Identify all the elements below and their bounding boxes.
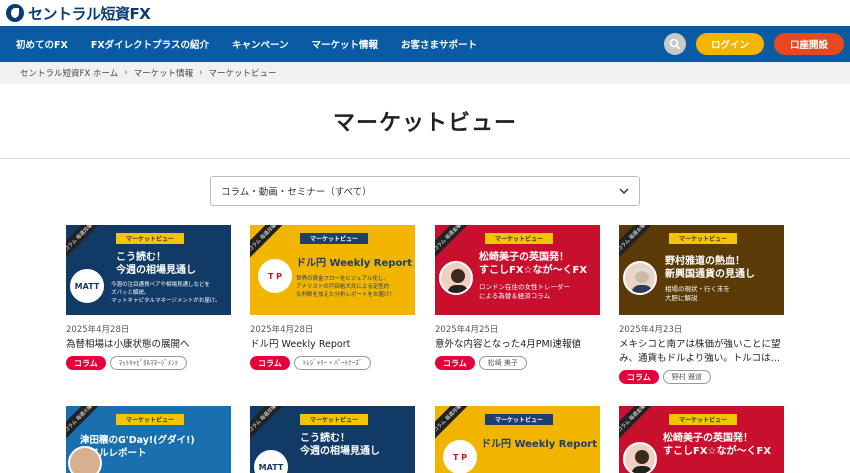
company-logo: MATT — [254, 450, 288, 473]
chevron-down-icon — [619, 187, 629, 194]
writer-chip[interactable]: 野村 雅道 — [662, 370, 711, 384]
article-thumbnail[interactable]: コラム 毎週月曜 マーケットビュー こう読む！ 今週の相場見通し MATT 今週… — [66, 225, 231, 315]
article-thumbnail[interactable]: コラム 毎週月曜 マーケットビュー T P ドル円 Weekly Report … — [250, 225, 415, 315]
ribbon-label: コラム 毎週月曜 — [435, 406, 473, 444]
article-card[interactable]: コラム 毎週金曜 マーケットビュー 松崎美子の英国発！ すこしFX☆なが～くFX — [619, 406, 784, 473]
thumbnail-subtext: 世界の資金フローをビジュアル化し、 アナリストの戸田裕大氏による定性的 な判断を… — [296, 276, 396, 298]
thumbnail-tag: マーケットビュー — [300, 414, 368, 425]
company-logo: T P — [443, 440, 477, 473]
thumbnail-subtext: 相場の現状・行く末を 大胆に解説 — [665, 285, 730, 302]
ribbon-label: コラム 毎週金曜 — [619, 406, 657, 444]
article-thumbnail[interactable]: コラム 毎週金曜 マーケットビュー 松崎美子の英国発！ すこしFX☆なが～くFX — [619, 406, 784, 473]
site-logo[interactable]: セントラル短資FX — [6, 3, 151, 24]
title-area: マーケットビュー — [0, 84, 850, 159]
article-date: 2025年4月25日 — [435, 325, 499, 335]
search-icon — [669, 38, 681, 50]
logo-icon — [6, 4, 24, 22]
main-nav: 初めてのFX FXダイレクトプラスの紹介 キャンペーン マーケット情報 お客さま… — [0, 26, 850, 62]
article-chips: コラム 野村 雅道 — [619, 370, 784, 384]
thumbnail-heading: こう読む！ 今週の相場見通し — [300, 433, 380, 457]
ribbon-label: コラム 毎週月曜 — [250, 225, 288, 263]
nav-actions: ログイン 口座開設 — [664, 33, 850, 55]
nav-item-support[interactable]: お客さまサポート — [401, 37, 477, 51]
category-chip[interactable]: コラム — [66, 356, 106, 370]
breadcrumb-market-info[interactable]: マーケット情報 — [134, 67, 194, 79]
article-date: 2025年4月28日 — [250, 325, 314, 335]
thumbnail-tag: マーケットビュー — [116, 414, 184, 425]
article-chips: コラム ﾄﾚｼﾞｬﾘｰ・ﾊﾟｰﾄﾅｰｽﾞ — [250, 356, 415, 370]
thumbnail-heading: 松崎美子の英国発！ すこしFX☆なが～くFX — [663, 433, 772, 457]
thumbnail-heading: ドル円 Weekly Report — [296, 258, 413, 269]
company-logo: MATT — [70, 269, 104, 303]
article-date: 2025年4月23日 — [619, 325, 683, 335]
article-card[interactable]: コラム 毎週金曜 マーケットビュー 松崎美子の英国発！ すこしFX☆なが～くFX… — [435, 225, 600, 370]
thumbnail-tag: マーケットビュー — [300, 233, 368, 244]
article-card[interactable]: コラム 毎週月曜 マーケットビュー T P ドル円 Weekly Report — [435, 406, 600, 473]
nav-item-direct-plus[interactable]: FXダイレクトプラスの紹介 — [91, 37, 209, 51]
filter-selected-value: コラム・動画・セミナー（すべて） — [221, 187, 372, 198]
thumbnail-subtext: ロンドン在住の女性トレーダー による為替＆経済コラム — [479, 283, 570, 300]
search-button[interactable] — [664, 33, 686, 55]
article-card[interactable]: コラム 毎週水曜 マーケットビュー 野村雅道の熱血！ 新興国通貨の見通し 相場の… — [619, 225, 784, 384]
article-chips: コラム 松崎 美子 — [435, 356, 600, 370]
thumbnail-heading: 野村雅道の熱血！ 新興国通貨の見通し — [665, 256, 755, 280]
writer-chip[interactable]: 松崎 美子 — [478, 356, 527, 370]
author-avatar — [439, 261, 473, 295]
thumbnail-heading: 松崎美子の英国発！ すこしFX☆なが～くFX — [479, 252, 588, 276]
article-thumbnail[interactable]: コラム 毎週火曜 マーケットビュー 津田穣のG'Day!(グダイ!) 豪ドルレポ… — [66, 406, 231, 473]
ribbon-label: コラム 毎週金曜 — [435, 225, 473, 263]
login-button[interactable]: ログイン — [696, 33, 764, 55]
author-avatar — [623, 442, 657, 473]
category-filter-select[interactable]: コラム・動画・セミナー（すべて） — [210, 176, 640, 206]
author-avatar — [68, 446, 102, 473]
writer-chip[interactable]: ﾏｯﾄｷｬﾋﾟﾀﾙﾏﾈｰｼﾞﾒﾝﾄ — [109, 356, 188, 370]
article-card[interactable]: コラム 毎週火曜 マーケットビュー 津田穣のG'Day!(グダイ!) 豪ドルレポ… — [66, 406, 231, 473]
article-title[interactable]: 為替相場は小康状態の展開へ — [66, 338, 231, 352]
chevron-right-icon: › — [124, 68, 128, 78]
article-card[interactable]: コラム 毎週月曜 マーケットビュー こう読む！ 今週の相場見通し MATT — [250, 406, 415, 473]
ribbon-label: コラム 毎週月曜 — [66, 225, 104, 263]
author-avatar — [623, 261, 657, 295]
breadcrumb-current: マーケットビュー — [208, 69, 277, 79]
thumbnail-tag: マーケットビュー — [669, 233, 737, 244]
filter-wrap: コラム・動画・セミナー（すべて） — [0, 176, 850, 206]
article-title[interactable]: ドル円 Weekly Report — [250, 338, 415, 352]
article-title[interactable]: 意外な内容となった4月PMI速報値 — [435, 338, 600, 352]
category-chip[interactable]: コラム — [619, 370, 659, 384]
page-title: マーケットビュー — [332, 111, 517, 136]
logo-text: セントラル短資FX — [28, 4, 151, 23]
article-card[interactable]: コラム 毎週月曜 マーケットビュー T P ドル円 Weekly Report … — [250, 225, 415, 370]
chevron-right-icon: › — [199, 68, 203, 78]
company-logo: T P — [258, 259, 292, 293]
writer-chip[interactable]: ﾄﾚｼﾞｬﾘｰ・ﾊﾟｰﾄﾅｰｽﾞ — [293, 356, 372, 370]
thumbnail-tag: マーケットビュー — [485, 233, 553, 244]
nav-item-market-info[interactable]: マーケット情報 — [311, 37, 378, 51]
nav-item-beginner[interactable]: 初めてのFX — [16, 37, 68, 51]
thumbnail-tag: マーケットビュー — [116, 233, 184, 244]
ribbon-label: コラム 毎週水曜 — [619, 225, 657, 263]
article-card[interactable]: コラム 毎週月曜 マーケットビュー こう読む！ 今週の相場見通し MATT 今週… — [66, 225, 231, 370]
thumbnail-tag: マーケットビュー — [485, 414, 553, 425]
article-title[interactable]: メキシコと南アは株価が強いことに望み、通貨もドルより強い。トルコは… — [619, 338, 784, 366]
top-bar: セントラル短資FX — [0, 0, 850, 26]
breadcrumb: セントラル短資FX ホーム › マーケット情報 › マーケットビュー — [0, 62, 850, 84]
article-thumbnail[interactable]: コラム 毎週月曜 マーケットビュー T P ドル円 Weekly Report — [435, 406, 600, 473]
ribbon-label: コラム 毎週月曜 — [250, 406, 288, 444]
article-chips: コラム ﾏｯﾄｷｬﾋﾟﾀﾙﾏﾈｰｼﾞﾒﾝﾄ — [66, 356, 231, 370]
thumbnail-tag: マーケットビュー — [669, 414, 737, 425]
article-thumbnail[interactable]: コラム 毎週水曜 マーケットビュー 野村雅道の熱血！ 新興国通貨の見通し 相場の… — [619, 225, 784, 315]
category-chip[interactable]: コラム — [435, 356, 475, 370]
nav-item-campaign[interactable]: キャンペーン — [232, 37, 289, 51]
category-chip[interactable]: コラム — [250, 356, 290, 370]
article-thumbnail[interactable]: コラム 毎週金曜 マーケットビュー 松崎美子の英国発！ すこしFX☆なが～くFX… — [435, 225, 600, 315]
thumbnail-subtext: 今週の注目通貨ペアや相場見通しなどを ズバッと解説。 マットキャピタルマネージメ… — [111, 282, 221, 304]
thumbnail-heading: こう読む！ 今週の相場見通し — [116, 252, 196, 276]
article-date: 2025年4月28日 — [66, 325, 130, 335]
thumbnail-heading: ドル円 Weekly Report — [481, 439, 598, 450]
article-thumbnail[interactable]: コラム 毎週月曜 マーケットビュー こう読む！ 今週の相場見通し MATT — [250, 406, 415, 473]
open-account-button[interactable]: 口座開設 — [774, 33, 844, 55]
breadcrumb-home[interactable]: セントラル短資FX ホーム — [20, 67, 118, 79]
